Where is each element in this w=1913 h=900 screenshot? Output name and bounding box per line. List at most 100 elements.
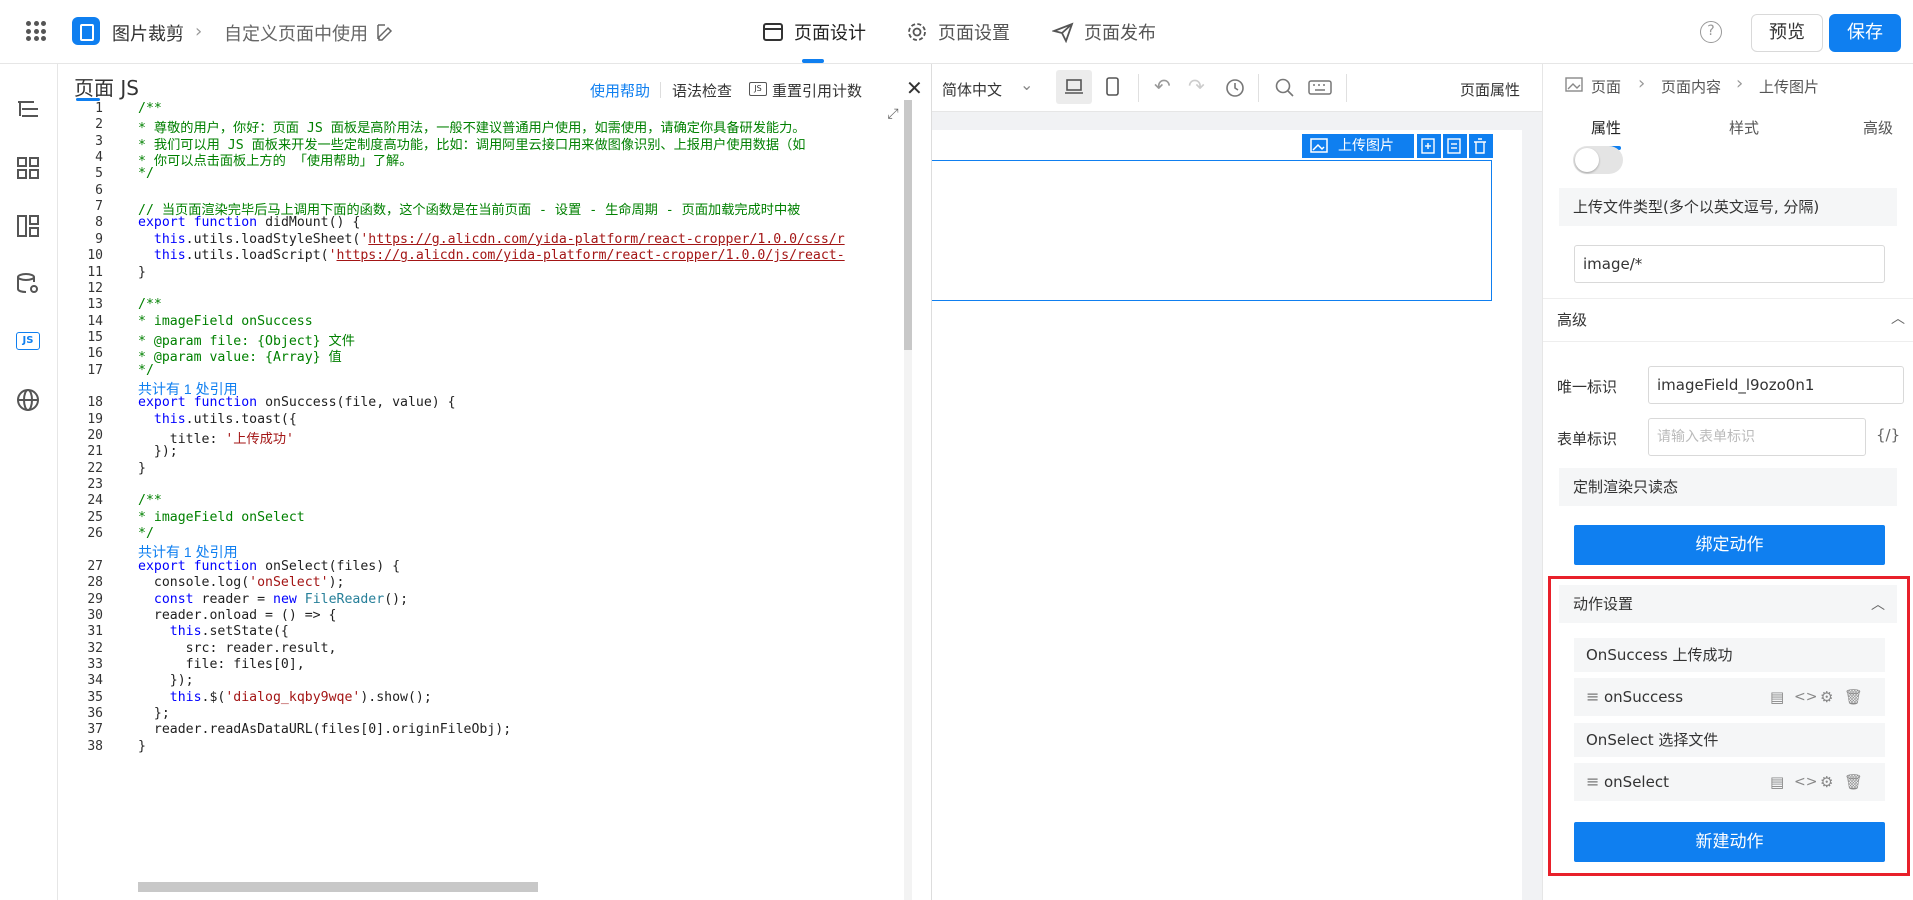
app-name[interactable]: 图片裁剪: [112, 20, 184, 46]
document-icon[interactable]: ▤: [1770, 763, 1784, 801]
code-line[interactable]: export function didMount() {: [138, 215, 360, 230]
tab-properties[interactable]: 属性: [1591, 117, 1621, 138]
selected-component-outline[interactable]: [930, 160, 1492, 301]
code-line[interactable]: }: [138, 265, 146, 280]
help-icon[interactable]: ?: [1700, 21, 1722, 43]
code-line[interactable]: * 你可以点击面板上方的 「使用帮助」了解。: [138, 150, 412, 169]
upload-type-input[interactable]: image/*: [1574, 245, 1885, 283]
code-line[interactable]: reader.readAsDataURL(files[0].originFile…: [138, 722, 511, 737]
code-line[interactable]: console.log('onSelect');: [138, 575, 345, 590]
trash-icon[interactable]: 🗑: [1844, 763, 1863, 801]
layout-blocks-icon[interactable]: [14, 212, 42, 240]
vertical-scrollbar[interactable]: [904, 100, 912, 350]
gear-icon[interactable]: ⚙: [1820, 678, 1833, 716]
tab-advanced[interactable]: 高级: [1863, 117, 1893, 138]
tab-page-settings[interactable]: 页面设置: [906, 19, 1010, 45]
variable-binding-icon[interactable]: {/}: [1876, 426, 1900, 444]
code-line[interactable]: */: [138, 363, 154, 378]
bind-action-button[interactable]: 绑定动作: [1574, 525, 1885, 565]
redo-icon[interactable]: ↷: [1188, 74, 1205, 98]
data-source-icon[interactable]: [14, 270, 42, 298]
chevron-down-icon[interactable]: ⌄: [1020, 75, 1033, 94]
custom-render-readonly[interactable]: 定制渲染只读态: [1559, 468, 1897, 506]
code-line[interactable]: export function onSelect(files) {: [138, 559, 400, 574]
edit-icon[interactable]: [376, 23, 394, 41]
history-icon[interactable]: [1224, 77, 1246, 99]
breadcrumb-page[interactable]: 页面: [1591, 76, 1621, 97]
search-icon[interactable]: [1274, 77, 1296, 99]
chevron-up-icon[interactable]: ︿: [1891, 308, 1905, 328]
drag-handle-icon[interactable]: ≡: [1586, 678, 1599, 716]
code-line[interactable]: const reader = new FileReader();: [138, 592, 408, 607]
save-button[interactable]: 保存: [1829, 14, 1901, 52]
code-icon[interactable]: <>: [1794, 763, 1817, 801]
expand-icon[interactable]: ⤢: [884, 106, 902, 122]
code-line[interactable]: export function onSuccess(file, value) {: [138, 395, 456, 410]
code-line[interactable]: }: [138, 461, 146, 476]
tab-style[interactable]: 样式: [1729, 117, 1759, 138]
breadcrumb-page-content[interactable]: 页面内容: [1661, 76, 1721, 97]
drag-handle-icon[interactable]: ≡: [1586, 763, 1599, 801]
lint-button[interactable]: 语法检查: [672, 80, 732, 101]
action-settings-header[interactable]: 动作设置: [1559, 585, 1897, 623]
code-line[interactable]: * imageField onSelect: [138, 510, 305, 525]
code-line[interactable]: this.utils.loadStyleSheet('https://g.ali…: [138, 232, 845, 247]
new-action-button[interactable]: 新建动作: [1574, 822, 1885, 862]
code-icon[interactable]: <>: [1794, 678, 1817, 716]
image-icon: [1565, 77, 1583, 92]
code-line[interactable]: * @param value: {Array} 值: [138, 346, 342, 365]
unique-id-input[interactable]: imageField_l9ozo0n1: [1648, 366, 1904, 404]
code-line[interactable]: src: reader.result,: [138, 641, 337, 656]
code-line[interactable]: /**: [138, 493, 162, 508]
code-line[interactable]: /**: [138, 101, 162, 116]
line-number: 17: [87, 362, 103, 378]
mobile-icon[interactable]: [1102, 76, 1122, 98]
code-line[interactable]: this.utils.toast({: [138, 412, 297, 427]
advanced-section-header[interactable]: 高级: [1543, 299, 1913, 341]
document-icon[interactable]: ▤: [1770, 678, 1784, 716]
preview-button[interactable]: 预览: [1751, 14, 1823, 52]
chevron-up-icon[interactable]: ︿: [1871, 594, 1885, 614]
form-id-input[interactable]: 请输入表单标识: [1648, 418, 1866, 456]
page-name[interactable]: 自定义页面中使用: [224, 20, 368, 46]
design-canvas: 上传图片: [930, 64, 1542, 900]
page-properties-link[interactable]: 页面属性: [1460, 79, 1520, 100]
layout-icon: [763, 23, 783, 41]
outline-tree-icon[interactable]: [14, 96, 42, 124]
line-number: 11: [87, 264, 103, 280]
js-icon[interactable]: JS: [16, 332, 40, 350]
action-row-onsuccess[interactable]: ≡ onSuccess ▤ <> ⚙ 🗑: [1574, 678, 1885, 716]
app-grid-icon[interactable]: [26, 21, 46, 41]
code-line[interactable]: * imageField onSuccess: [138, 314, 313, 329]
breadcrumb-upload-image[interactable]: 上传图片: [1759, 76, 1819, 97]
components-grid-icon[interactable]: [14, 154, 42, 182]
code-line[interactable]: this.setState({: [138, 624, 289, 639]
code-line[interactable]: reader.onload = () => {: [138, 608, 337, 623]
action-row-onselect[interactable]: ≡ onSelect ▤ <> ⚙ 🗑: [1574, 763, 1885, 801]
undo-icon[interactable]: ↶: [1154, 74, 1171, 98]
toolbar-glyphs: [1421, 138, 1486, 154]
gear-icon[interactable]: ⚙: [1820, 763, 1833, 801]
code-line[interactable]: this.utils.loadScript('https://g.alicdn.…: [138, 248, 845, 263]
keyboard-icon[interactable]: [1308, 79, 1332, 97]
code-line[interactable]: /**: [138, 297, 162, 312]
tab-page-design[interactable]: 页面设计: [762, 19, 866, 45]
tab-page-publish[interactable]: 页面发布: [1052, 19, 1156, 45]
globe-icon[interactable]: [14, 386, 42, 414]
code-line[interactable]: }: [138, 739, 146, 754]
code-line[interactable]: });: [138, 444, 178, 459]
code-line[interactable]: file: files[0],: [138, 657, 305, 672]
code-line[interactable]: */: [138, 526, 154, 541]
code-line[interactable]: */: [138, 166, 154, 181]
horizontal-scrollbar[interactable]: [138, 882, 538, 892]
help-link[interactable]: 使用帮助: [590, 80, 650, 101]
code-line[interactable]: });: [138, 673, 194, 688]
trash-icon[interactable]: 🗑: [1844, 678, 1863, 716]
code-editor[interactable]: 1/** 2 * 尊敬的用户，你好：页面 JS 面板是高阶用法，一般不建议普通用户使…: [58, 100, 928, 900]
reset-refs-button[interactable]: 重置引用计数: [772, 80, 862, 101]
language-select[interactable]: 简体中文: [942, 79, 1002, 100]
code-line[interactable]: };: [138, 706, 170, 721]
line-number: 25: [87, 509, 103, 525]
close-icon[interactable]: ✕: [906, 76, 923, 100]
code-line[interactable]: this.$('dialog_kqby9wqe').show();: [138, 690, 432, 705]
